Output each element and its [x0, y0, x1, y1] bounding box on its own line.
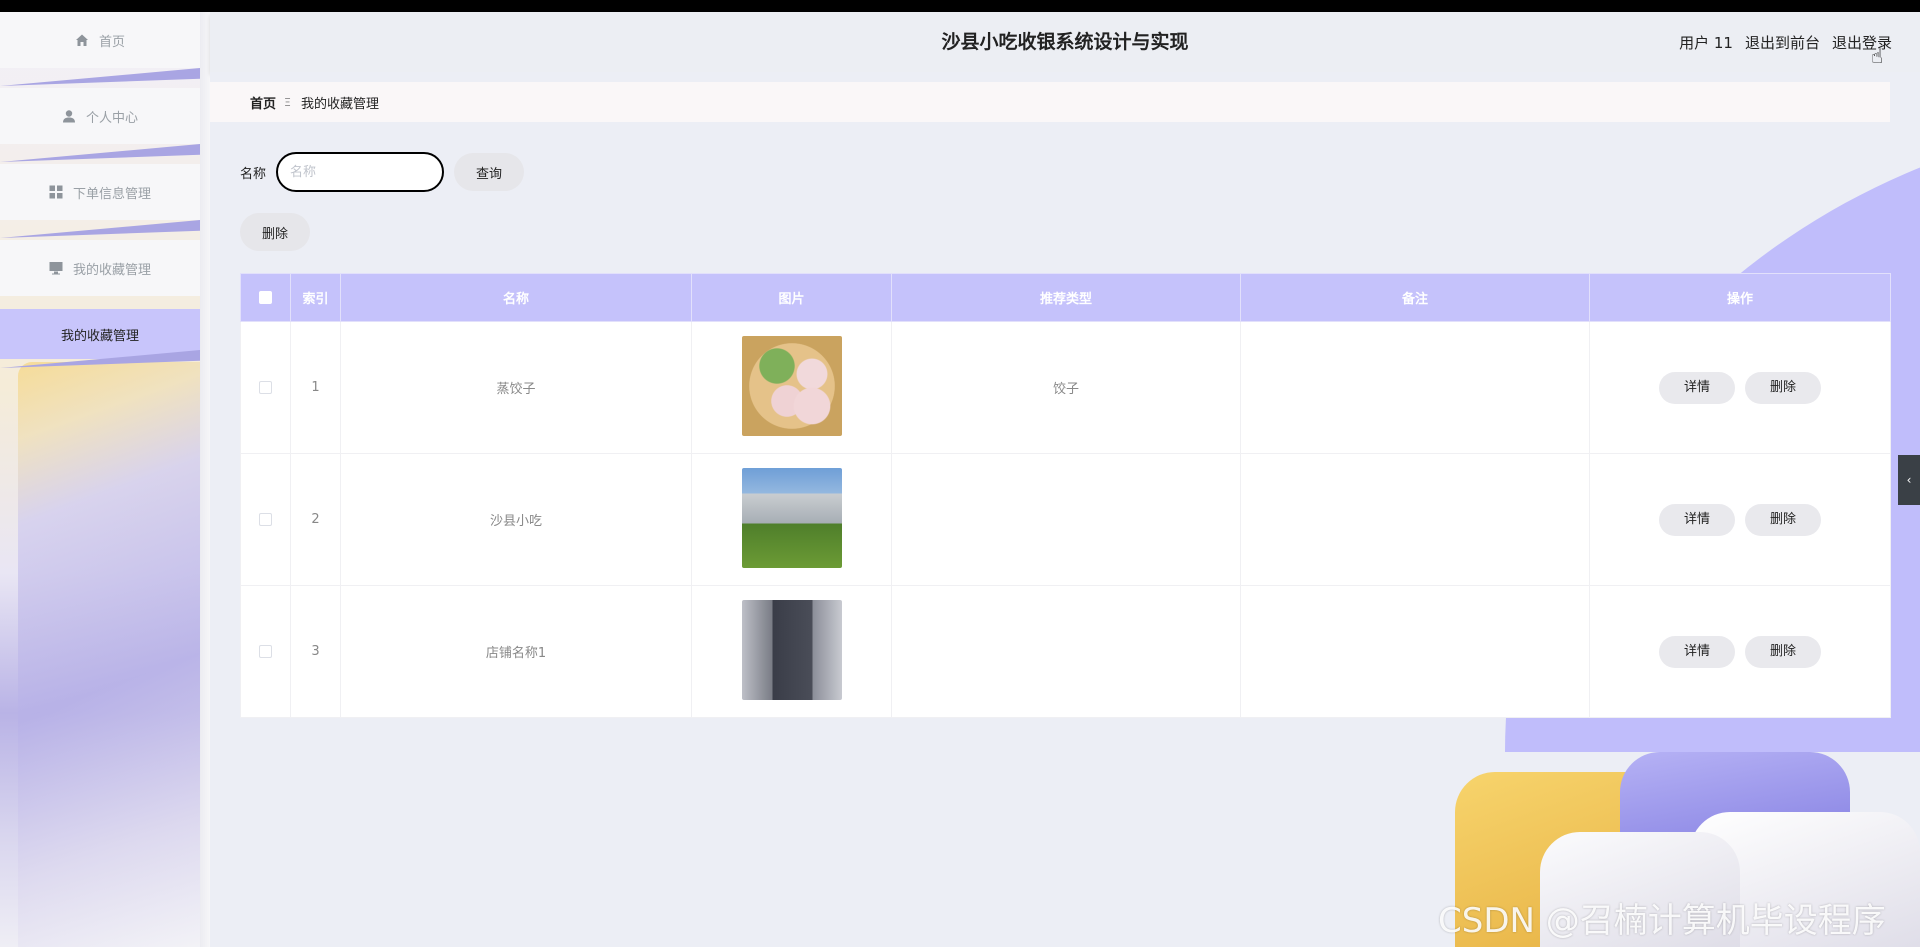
row-name: 蒸饺子	[340, 321, 692, 454]
header: 沙县小吃收银系统设计与实现 用户 11 退出到前台 退出登录	[210, 12, 1920, 72]
sidebar-divider	[0, 220, 200, 238]
breadcrumb-separator: Ξ	[284, 95, 291, 109]
table-row: 1 蒸饺子 饺子 详情 删除	[240, 321, 1891, 454]
row-type: 饺子	[891, 321, 1241, 454]
sidebar-item-home[interactable]: 首页	[0, 12, 200, 68]
table-row: 3 店铺名称1 详情 删除	[240, 585, 1891, 718]
delete-button[interactable]: 删除	[1745, 635, 1821, 668]
sidebar-item-profile[interactable]: 个人中心	[0, 88, 200, 144]
select-all-checkbox[interactable]	[259, 291, 272, 304]
row-index: 3	[290, 585, 341, 718]
sidebar-decoration	[18, 362, 200, 947]
row-remark	[1240, 453, 1590, 586]
column-header: 推荐类型	[891, 273, 1241, 322]
row-name: 沙县小吃	[340, 453, 692, 586]
batch-delete-button[interactable]: 删除	[240, 213, 311, 251]
window-top-bar	[0, 0, 1920, 12]
hand-cursor-icon: ☝	[1871, 44, 1884, 68]
sidebar-item-label: 个人中心	[85, 110, 138, 126]
monitor-icon	[49, 261, 63, 275]
breadcrumb-home[interactable]: 首页	[250, 93, 276, 112]
header-actions: 用户 11 退出到前台 退出登录	[1679, 12, 1892, 72]
row-image-cell	[691, 585, 892, 718]
sidebar: 首页 个人中心 下单信息管理 我的收藏管理 我的收藏管理	[0, 12, 200, 947]
detail-button[interactable]: 详情	[1659, 503, 1735, 536]
column-header: 名称	[340, 273, 692, 322]
home-icon	[75, 33, 89, 47]
sidebar-subitem-favorites[interactable]: 我的收藏管理	[0, 309, 200, 359]
sidebar-item-label: 我的收藏管理	[72, 262, 151, 278]
row-actions: 详情 删除	[1589, 321, 1891, 454]
row-remark	[1240, 585, 1590, 718]
column-header: 操作	[1589, 273, 1891, 322]
watermark: CSDN @召楠计算机毕设程序	[1438, 901, 1886, 941]
query-button[interactable]: 查询	[454, 153, 525, 191]
delete-button[interactable]: 删除	[1745, 503, 1821, 536]
breadcrumb-current: 我的收藏管理	[300, 96, 379, 112]
current-user: 用户 11	[1679, 33, 1733, 52]
sidebar-item-favorites[interactable]: 我的收藏管理	[0, 240, 200, 296]
breadcrumb: 首页 Ξ 我的收藏管理	[210, 82, 1890, 122]
detail-button[interactable]: 详情	[1659, 635, 1735, 668]
row-index: 2	[290, 453, 341, 586]
row-checkbox-cell	[240, 453, 291, 586]
row-checkbox[interactable]	[259, 381, 272, 394]
row-name: 店铺名称1	[340, 585, 692, 718]
table-row: 2 沙县小吃 详情 删除	[240, 453, 1891, 586]
chevron-left-icon[interactable]: ‹	[1898, 455, 1920, 505]
sidebar-divider	[0, 68, 200, 86]
search-bar: 名称 查询	[240, 152, 525, 192]
row-image-cell	[691, 453, 892, 586]
row-checkbox-cell	[240, 585, 291, 718]
delete-button[interactable]: 删除	[1745, 371, 1821, 404]
main-content: 首页 Ξ 我的收藏管理 名称 查询 删除 索引 名称 图片 推荐类型 备注	[210, 72, 1920, 947]
dumplings-image[interactable]	[741, 335, 842, 436]
search-input[interactable]	[276, 152, 445, 192]
sidebar-divider	[0, 144, 200, 162]
column-header: 图片	[691, 273, 892, 322]
sidebar-item-orders[interactable]: 下单信息管理	[0, 164, 200, 220]
sidebar-item-label: 首页	[98, 34, 125, 50]
row-remark	[1240, 321, 1590, 454]
row-actions: 详情 删除	[1589, 453, 1891, 586]
storefront-image[interactable]	[741, 599, 842, 700]
row-image-cell	[691, 321, 892, 454]
detail-button[interactable]: 详情	[1659, 371, 1735, 404]
row-type	[891, 585, 1241, 718]
column-header: 索引	[290, 273, 341, 322]
grid-icon	[49, 185, 63, 199]
row-actions: 详情 删除	[1589, 585, 1891, 718]
user-icon	[62, 109, 76, 123]
column-header: 备注	[1240, 273, 1590, 322]
row-index: 1	[290, 321, 341, 454]
row-checkbox[interactable]	[259, 645, 272, 658]
favorites-table: 索引 名称 图片 推荐类型 备注 操作 1 蒸饺子 饺子 详情删除 2 沙县小吃…	[240, 273, 1891, 718]
back-to-front-link[interactable]: 退出到前台	[1745, 32, 1820, 53]
building-image[interactable]	[741, 467, 842, 568]
row-checkbox[interactable]	[259, 513, 272, 526]
search-label: 名称	[240, 166, 267, 182]
app-title: 沙县小吃收银系统设计与实现	[941, 31, 1189, 53]
sidebar-item-label: 下单信息管理	[72, 186, 151, 202]
row-checkbox-cell	[240, 321, 291, 454]
table-header-row: 索引 名称 图片 推荐类型 备注 操作	[240, 273, 1891, 322]
row-type	[891, 453, 1241, 586]
sidebar-edge	[200, 12, 210, 947]
select-all-checkbox-cell	[240, 273, 291, 322]
